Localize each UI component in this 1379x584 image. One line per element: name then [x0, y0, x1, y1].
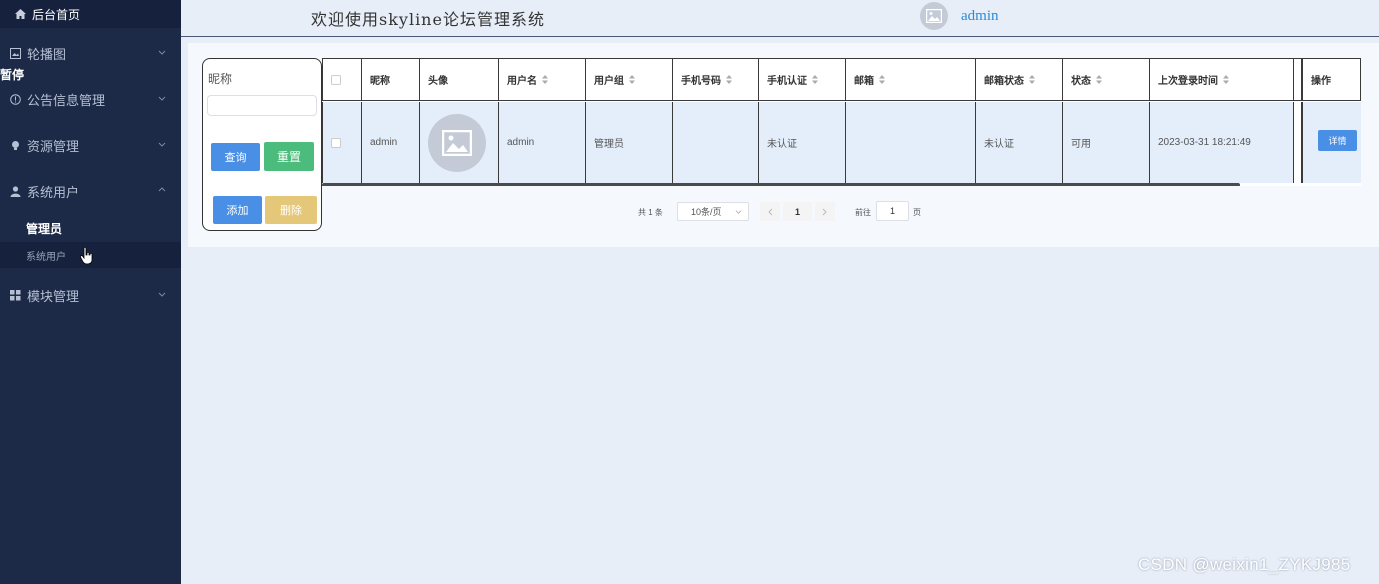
pagination-total: 共 1 条: [638, 208, 663, 217]
cell-nickname: admin: [362, 102, 420, 183]
sidebar-item-label: 系统用户: [27, 184, 80, 200]
column-header[interactable]: 邮箱状态: [976, 58, 1063, 101]
header-username[interactable]: admin: [961, 8, 999, 25]
page-size-select[interactable]: 10条/页: [677, 202, 749, 221]
cell-last-login: 2023-03-31 18:21:49: [1150, 102, 1294, 183]
chevron-down-icon: [158, 142, 166, 147]
sort-icon[interactable]: [1029, 75, 1035, 84]
sort-icon[interactable]: [1223, 75, 1229, 84]
cell-group: 管理员: [586, 102, 673, 183]
watermark: CSDN @weixin1_ZYKJ985: [1138, 555, 1351, 574]
delete-button[interactable]: 删除: [265, 196, 317, 224]
detail-button[interactable]: 详情: [1318, 130, 1357, 151]
info-icon: [9, 93, 21, 105]
sidebar-home[interactable]: 后台首页: [0, 0, 181, 28]
sort-icon[interactable]: [879, 75, 885, 84]
sidebar-subitem-admin[interactable]: 管理员: [0, 215, 181, 241]
sort-icon[interactable]: [629, 75, 635, 84]
column-header[interactable]: 手机号码: [673, 58, 759, 101]
query-button[interactable]: 查询: [211, 143, 260, 171]
column-gap: [1294, 58, 1302, 101]
column-gap: [1294, 102, 1302, 183]
page-unit-label: 页: [913, 208, 921, 217]
page-title: 欢迎使用skyline论坛管理系统: [311, 10, 545, 29]
cell-email: [846, 102, 976, 183]
sidebar-subitem-label: 管理员: [26, 221, 63, 236]
cell-phone-auth: 未认证: [759, 102, 846, 183]
avatar: [428, 113, 486, 172]
sidebar: 后台首页 轮播图 公告信息管理 资源管理 系统用户 管理员 系统用户 模块管理 …: [0, 0, 181, 584]
sidebar-item-modules[interactable]: 模块管理: [0, 283, 181, 307]
page-number-current[interactable]: 1: [783, 202, 812, 221]
chevron-down-icon: [158, 50, 166, 55]
sidebar-item-resource[interactable]: 资源管理: [0, 133, 181, 157]
chevron-up-icon: [158, 187, 166, 192]
select-all-checkbox[interactable]: [331, 74, 341, 85]
user-table: 昵称 头像 用户名 用户组 手机号码 手机认证 邮箱 邮箱状态 状态 上次登录时…: [322, 58, 1361, 186]
chevron-down-icon: [158, 96, 166, 101]
bulb-icon: [9, 139, 21, 151]
cell-status: 可用: [1063, 102, 1150, 183]
chevron-down-icon: [158, 292, 166, 297]
sidebar-item-label: 轮播图: [27, 46, 67, 62]
search-form: 昵称 查询 重置 添加 删除: [202, 58, 322, 231]
sidebar-item-system-users[interactable]: 系统用户: [0, 179, 181, 203]
reset-button[interactable]: 重置: [264, 142, 314, 171]
row-select-cell: [322, 102, 362, 183]
chevron-left-icon: [768, 208, 773, 215]
sidebar-home-label: 后台首页: [32, 7, 81, 22]
sidebar-item-label: 资源管理: [27, 138, 80, 154]
avatar[interactable]: [920, 2, 948, 30]
cell-phone: [673, 102, 759, 183]
cell-email-status: 未认证: [976, 102, 1063, 183]
goto-page-input[interactable]: 1: [876, 201, 909, 221]
grid-icon: [9, 289, 21, 301]
column-header: 操作: [1302, 58, 1361, 101]
column-header[interactable]: 用户名: [499, 58, 586, 101]
column-header[interactable]: 上次登录时间: [1150, 58, 1294, 101]
hand-cursor-icon: [80, 247, 93, 265]
column-header: 昵称: [362, 58, 420, 101]
user-icon: [9, 185, 21, 197]
sort-icon[interactable]: [1096, 75, 1102, 84]
column-header: 头像: [420, 58, 499, 101]
sidebar-item-carousel[interactable]: 轮播图: [0, 41, 181, 65]
nickname-label: 昵称: [208, 72, 233, 86]
next-page-button[interactable]: [815, 202, 835, 221]
prev-page-button[interactable]: [760, 202, 780, 221]
picture-icon: [9, 47, 21, 59]
sort-icon[interactable]: [542, 75, 548, 84]
cell-username: admin: [499, 102, 586, 183]
column-header[interactable]: 状态: [1063, 58, 1150, 101]
image-placeholder-icon: [442, 129, 472, 156]
column-header[interactable]: 用户组: [586, 58, 673, 101]
row-checkbox[interactable]: [331, 137, 341, 148]
top-header: 欢迎使用skyline论坛管理系统 admin: [181, 0, 1379, 37]
sidebar-item-label: 公告信息管理: [27, 92, 106, 108]
cell-action: 详情: [1302, 102, 1361, 183]
goto-label: 前往: [855, 208, 871, 217]
sidebar-item-notice[interactable]: 公告信息管理: [0, 87, 181, 111]
paused-overlay-text: 暂停: [0, 66, 25, 83]
sort-icon[interactable]: [812, 75, 818, 84]
column-header[interactable]: 邮箱: [846, 58, 976, 101]
cell-avatar: [420, 102, 499, 183]
sidebar-item-label: 模块管理: [27, 288, 80, 304]
sidebar-subitem-label: 系统用户: [26, 251, 66, 263]
chevron-down-icon: [735, 210, 742, 214]
add-button[interactable]: 添加: [213, 196, 262, 224]
select-all-cell: [322, 58, 362, 101]
sort-icon[interactable]: [726, 75, 732, 84]
horizontal-scrollbar[interactable]: [322, 183, 1240, 186]
image-placeholder-icon: [926, 9, 942, 23]
page-size-value: 10条/页: [691, 207, 722, 217]
nickname-search-input[interactable]: [207, 95, 317, 116]
column-header[interactable]: 手机认证: [759, 58, 846, 101]
home-icon: [15, 9, 26, 19]
chevron-right-icon: [822, 208, 827, 215]
